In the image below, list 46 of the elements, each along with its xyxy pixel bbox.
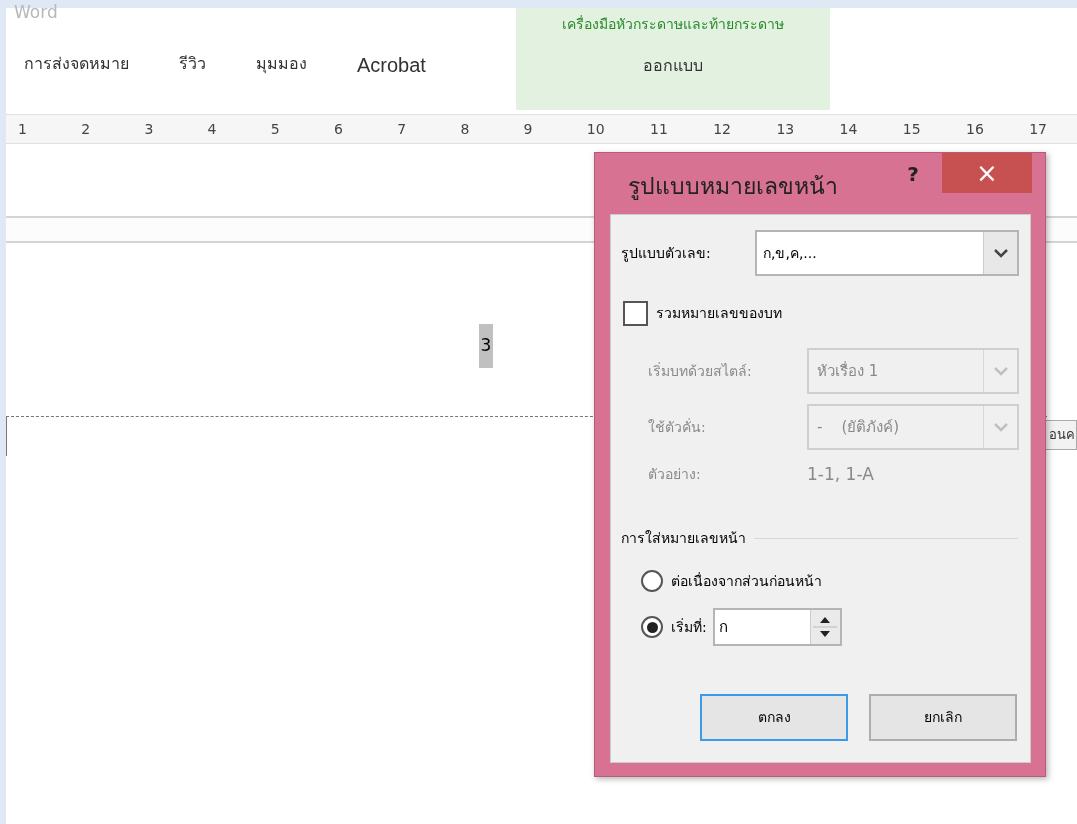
ruler-number: 10 — [586, 120, 605, 139]
ruler-number: 11 — [650, 120, 668, 139]
ruler-number: 13 — [776, 120, 795, 139]
ribbon-tab[interactable]: ออกแบบ — [642, 52, 703, 80]
footer-tag: อนค — [1045, 420, 1077, 450]
radio-label: เริ่มที่: — [671, 617, 707, 637]
ruler-number: 1 — [18, 120, 27, 139]
field-label: ใช้ตัวคั่น: — [648, 417, 707, 437]
ruler-number: 16 — [966, 120, 984, 139]
ruler-number: 8 — [460, 120, 470, 139]
ruler-number: 6 — [334, 120, 343, 139]
help-button[interactable]: ? — [900, 159, 926, 187]
ruler-number: 7 — [397, 120, 407, 139]
number-format-dropdown[interactable]: ก,ข,ค,... — [755, 230, 1019, 276]
ruler-number: 17 — [1029, 120, 1047, 139]
ruler-number: 14 — [839, 120, 858, 139]
app-title: Word — [14, 2, 58, 22]
radio-button[interactable] — [641, 616, 663, 638]
ruler-number: 5 — [270, 120, 280, 139]
example-value: 1-1, 1-A — [807, 463, 874, 486]
ribbon-tab[interactable]: รีวิว — [179, 50, 256, 78]
page-number: 3 — [479, 324, 493, 368]
radio-button[interactable] — [641, 570, 663, 592]
dialog-title: รูปแบบหมายเลขหน้า — [628, 172, 838, 202]
dialog-button[interactable]: ยกเลิก — [869, 693, 1017, 741]
radio-label: ต่อเนื่องจากส่วนก่อนหน้า — [671, 571, 822, 591]
ruler-number: 9 — [523, 120, 533, 139]
close-button[interactable]: × — [942, 153, 1032, 193]
checkbox-label: รวมหมายเลขของบท — [656, 304, 782, 323]
field-label: เริ่มบทด้วยสไตล์: — [648, 361, 753, 381]
ruler-number: 15 — [902, 120, 921, 139]
ribbon-tab[interactable]: Acrobat — [357, 50, 476, 78]
ribbon-tab[interactable]: มุมมอง — [256, 50, 357, 78]
dialog-button[interactable]: ตกลง — [700, 693, 848, 741]
ruler-number: 4 — [207, 120, 217, 139]
ribbon-tab[interactable]: การส่งจดหมาย — [6, 50, 179, 78]
ruler-number: 3 — [144, 120, 154, 139]
ruler-number: 12 — [713, 120, 731, 139]
example-label: ตัวอย่าง: — [648, 465, 702, 485]
section-heading: การใส่หมายเลขหน้า — [621, 528, 746, 548]
group-label: เครื่องมือหัวกระดาษและท้ายกระดาษ — [561, 14, 784, 34]
ruler-number: 2 — [81, 120, 91, 139]
number-spinner[interactable]: ก — [712, 608, 842, 646]
field-label: รูปแบบตัวเลข: — [621, 243, 712, 264]
spinner-arrows-icon — [809, 610, 840, 644]
checkbox[interactable] — [623, 301, 648, 326]
